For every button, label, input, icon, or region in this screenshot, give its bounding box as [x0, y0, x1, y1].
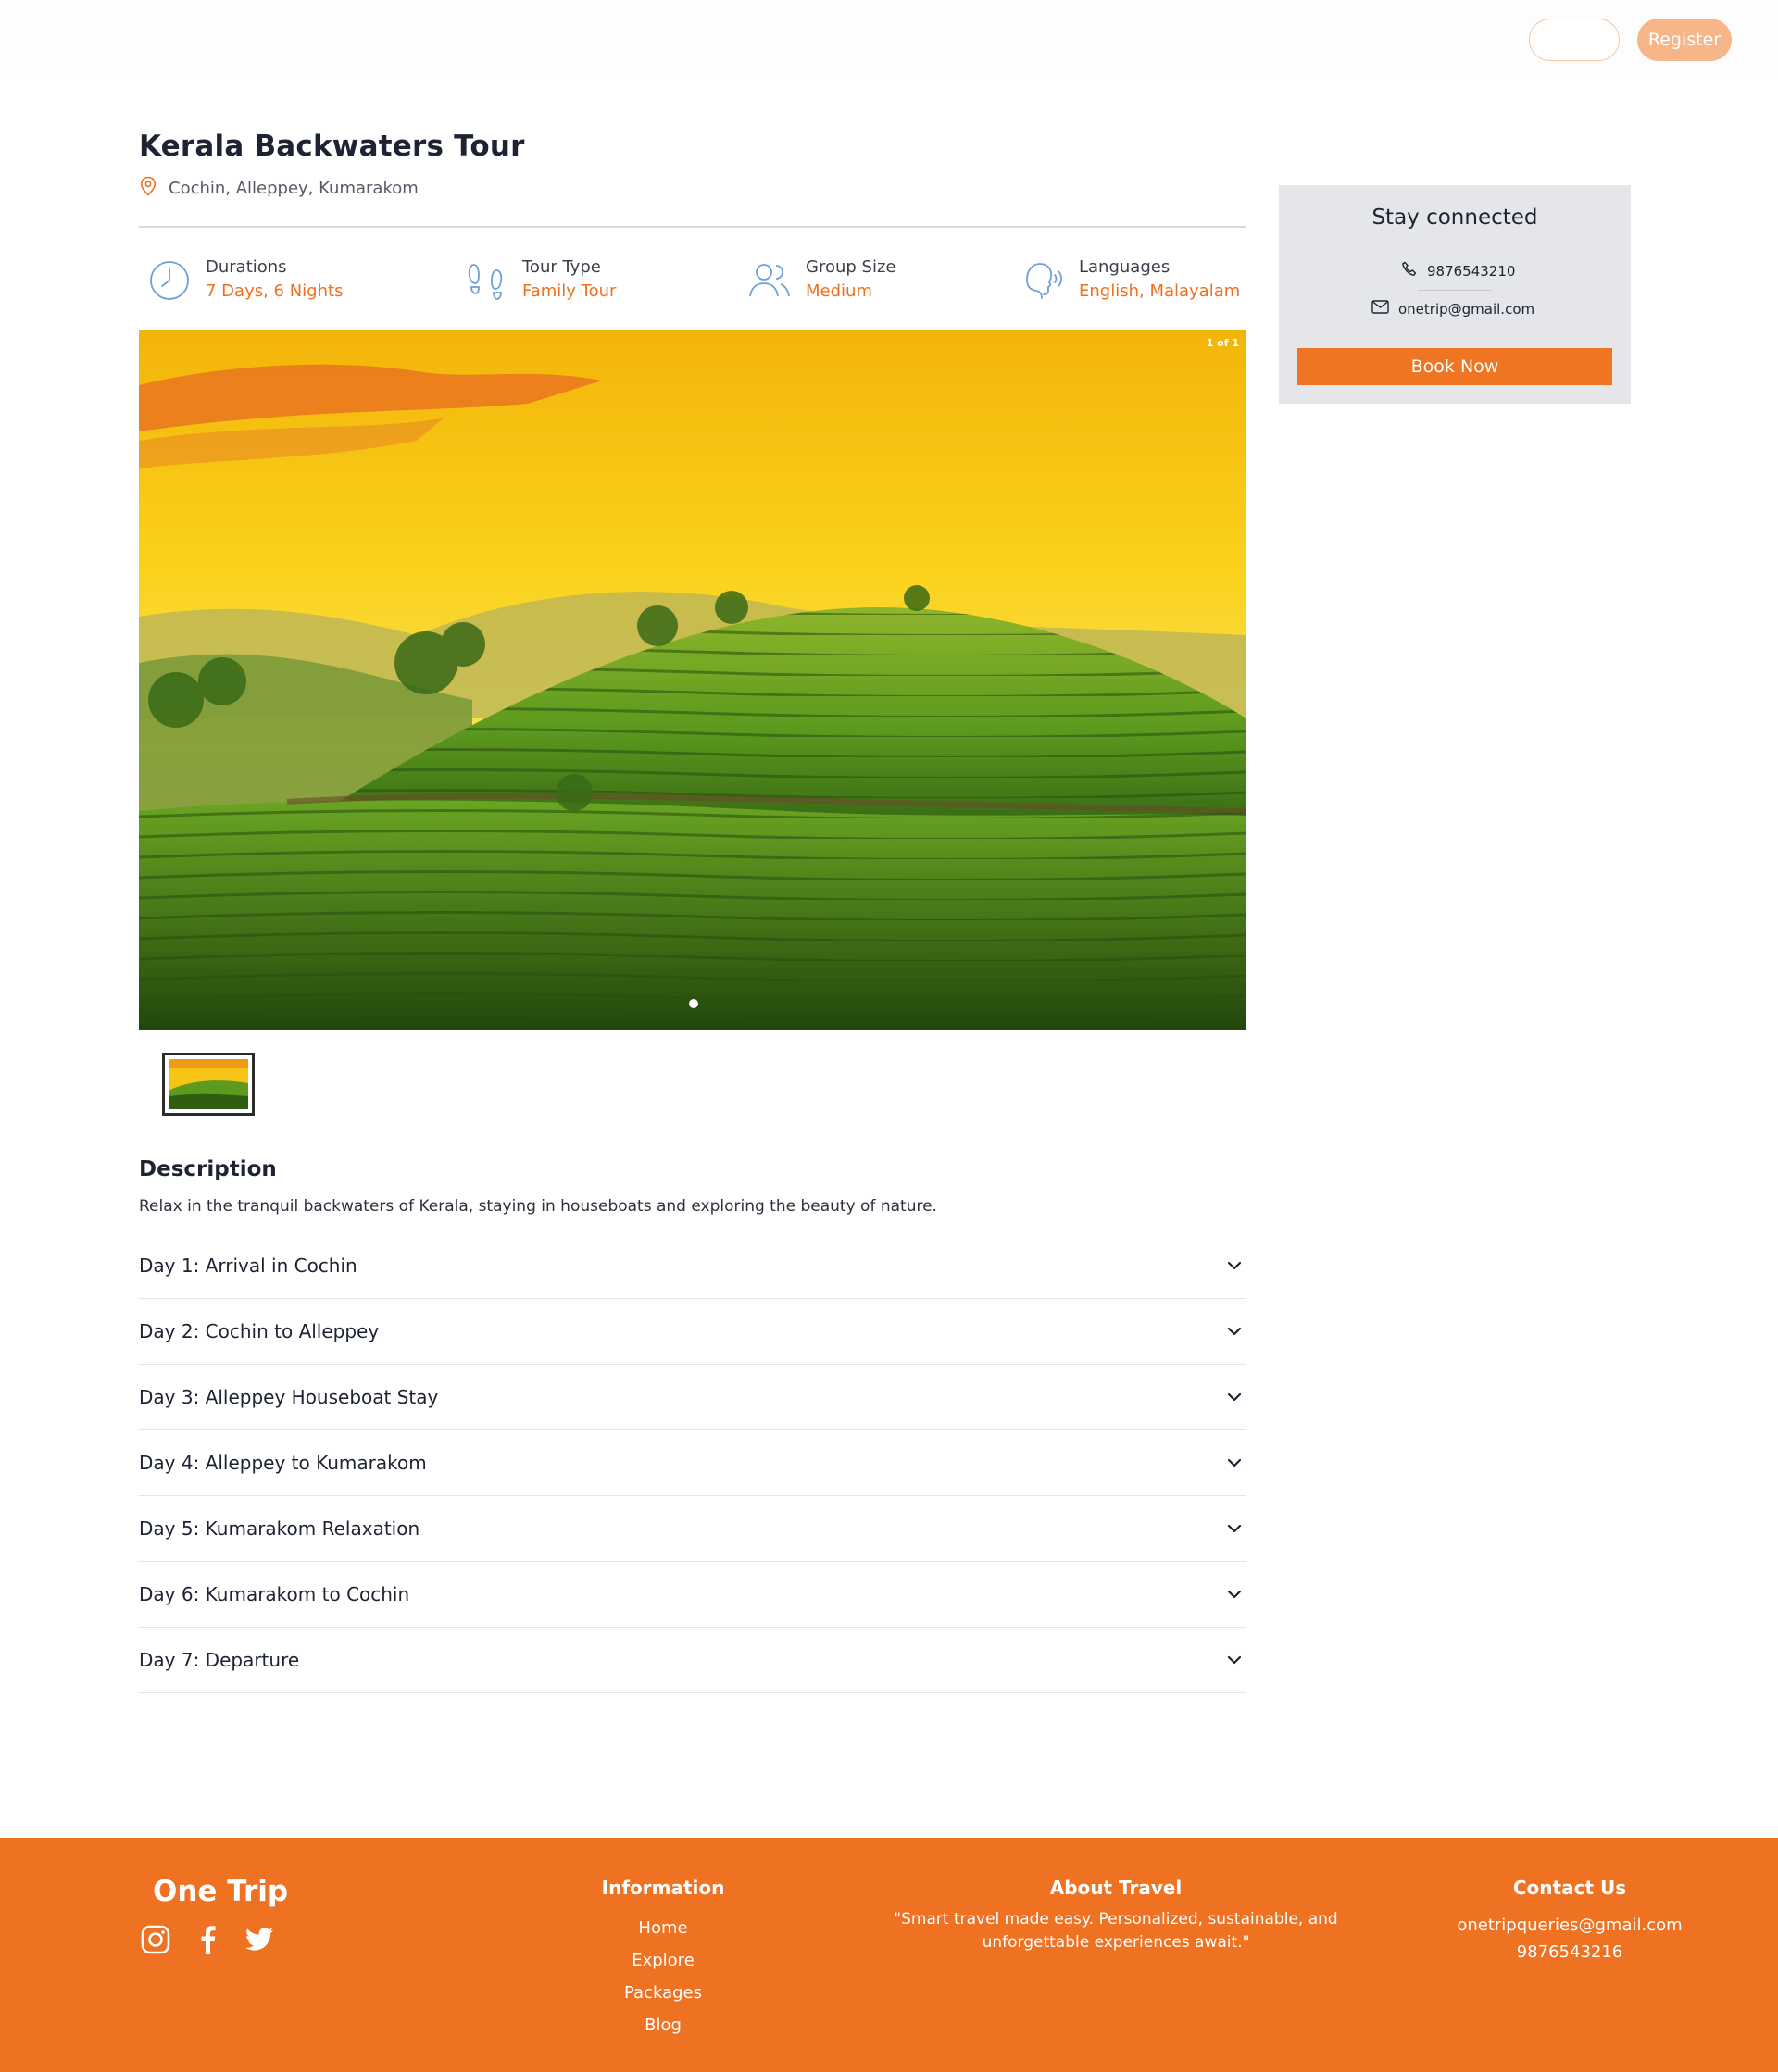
info-value: Medium: [806, 281, 872, 301]
footer-brand: One Trip: [153, 1875, 289, 1908]
itinerary-accordion: Day 1: Arrival in Cochin Day 2: Cochin t…: [139, 1233, 1246, 1693]
divider: [1418, 290, 1492, 291]
info-value: 7 Days, 6 Nights: [206, 281, 344, 301]
contact-sidebar: Stay connected 9876543210 onetrip@gmail.…: [1279, 185, 1631, 404]
itinerary-day-5[interactable]: Day 5: Kumarakom Relaxation: [139, 1496, 1246, 1562]
footer-link-packages[interactable]: Packages: [570, 1977, 756, 2009]
description-title: Description: [139, 1157, 277, 1181]
info-label: Tour Type: [522, 257, 601, 277]
day-title: Day 3: Alleppey Houseboat Stay: [139, 1386, 439, 1408]
brand-logo[interactable]: One Trip: [46, 24, 177, 56]
info-label: Languages: [1079, 257, 1171, 277]
day-title: Day 7: Departure: [139, 1649, 300, 1671]
chevron-down-icon[interactable]: [1224, 1518, 1245, 1539]
facebook-icon[interactable]: [198, 1925, 217, 1958]
chevron-down-icon[interactable]: [1224, 1584, 1245, 1604]
email-address: onetrip@gmail.com: [1398, 300, 1535, 318]
sidebar-title: Stay connected: [1371, 206, 1538, 230]
gallery-thumbnail[interactable]: [162, 1053, 255, 1116]
divider: [139, 226, 1246, 228]
chevron-down-icon[interactable]: [1224, 1453, 1245, 1473]
login-button[interactable]: [1529, 19, 1620, 61]
map-pin-icon: [139, 176, 157, 201]
chevron-down-icon[interactable]: [1224, 1321, 1245, 1342]
info-duration: Durations 7 Days, 6 Nights: [148, 256, 343, 304]
info-value: English, Malayalam: [1079, 281, 1241, 301]
tour-location: Cochin, Alleppey, Kumarakom: [139, 176, 419, 201]
footer-contact: Contact Us onetripqueries@gmail.com 9876…: [1426, 1877, 1713, 1966]
footer-about-text: "Smart travel made easy. Personalized, s…: [894, 1910, 1338, 1952]
social-links: [141, 1925, 274, 1958]
day-title: Day 6: Kumarakom to Cochin: [139, 1583, 410, 1605]
phone-icon: [1401, 261, 1418, 281]
day-title: Day 2: Cochin to Alleppey: [139, 1320, 380, 1342]
info-value: Family Tour: [522, 281, 617, 301]
day-title: Day 1: Arrival in Cochin: [139, 1254, 357, 1277]
sidebar-email[interactable]: onetrip@gmail.com: [1371, 300, 1534, 318]
speaking-head-icon: [1021, 259, 1066, 304]
tour-title: Kerala Backwaters Tour: [139, 130, 525, 163]
footer-link-blog[interactable]: Blog: [570, 2009, 756, 2041]
info-languages: Languages English, Malayalam: [1021, 256, 1240, 304]
footer-information: Information Home Explore Packages Blog: [570, 1877, 756, 2041]
location-text: Cochin, Alleppey, Kumarakom: [169, 179, 419, 198]
footer-heading: Information: [601, 1877, 725, 1899]
twitter-icon[interactable]: [244, 1927, 274, 1956]
footer-email[interactable]: onetripqueries@gmail.com: [1426, 1912, 1713, 1939]
itinerary-day-4[interactable]: Day 4: Alleppey to Kumarakom: [139, 1430, 1246, 1496]
footer-about: About Travel "Smart travel made easy. Pe…: [884, 1877, 1347, 1954]
footer-link-explore[interactable]: Explore: [570, 1944, 756, 1977]
info-label: Durations: [206, 257, 287, 277]
book-now-button[interactable]: Book Now: [1297, 348, 1612, 385]
chevron-down-icon[interactable]: [1224, 1255, 1245, 1276]
itinerary-day-1[interactable]: Day 1: Arrival in Cochin: [139, 1233, 1246, 1299]
itinerary-day-6[interactable]: Day 6: Kumarakom to Cochin: [139, 1562, 1246, 1628]
day-title: Day 4: Alleppey to Kumarakom: [139, 1452, 427, 1474]
top-navbar: One Trip Register: [0, 0, 1778, 80]
clock-icon: [148, 259, 193, 304]
phone-number: 9876543210: [1427, 263, 1516, 280]
chevron-down-icon[interactable]: [1224, 1387, 1245, 1407]
info-label: Group Size: [806, 257, 896, 277]
itinerary-day-3[interactable]: Day 3: Alleppey Houseboat Stay: [139, 1365, 1246, 1430]
itinerary-day-2[interactable]: Day 2: Cochin to Alleppey: [139, 1299, 1246, 1365]
day-title: Day 5: Kumarakom Relaxation: [139, 1517, 420, 1540]
gallery-dot[interactable]: [689, 999, 698, 1008]
sidebar-phone[interactable]: 9876543210: [1401, 261, 1515, 281]
footprints-icon: [465, 259, 509, 304]
register-button[interactable]: Register: [1637, 19, 1732, 61]
info-tour-type: Tour Type Family Tour: [465, 256, 616, 304]
info-group-size: Group Size Medium: [748, 256, 895, 304]
users-icon: [748, 259, 793, 304]
gallery-main-image[interactable]: 1 of 1: [139, 330, 1246, 1030]
footer-phone[interactable]: 9876543216: [1426, 1939, 1713, 1966]
footer-heading: About Travel: [1049, 1877, 1183, 1899]
site-footer: One Trip Information Home Explore Packag…: [0, 1838, 1778, 2072]
mail-icon: [1371, 300, 1389, 318]
description-text: Relax in the tranquil backwaters of Kera…: [139, 1197, 937, 1216]
itinerary-day-7[interactable]: Day 7: Departure: [139, 1628, 1246, 1693]
footer-link-home[interactable]: Home: [570, 1912, 756, 1944]
instagram-icon[interactable]: [141, 1925, 170, 1958]
gallery-counter: 1 of 1: [1206, 337, 1239, 349]
chevron-down-icon[interactable]: [1224, 1650, 1245, 1670]
footer-heading: Contact Us: [1512, 1877, 1627, 1899]
